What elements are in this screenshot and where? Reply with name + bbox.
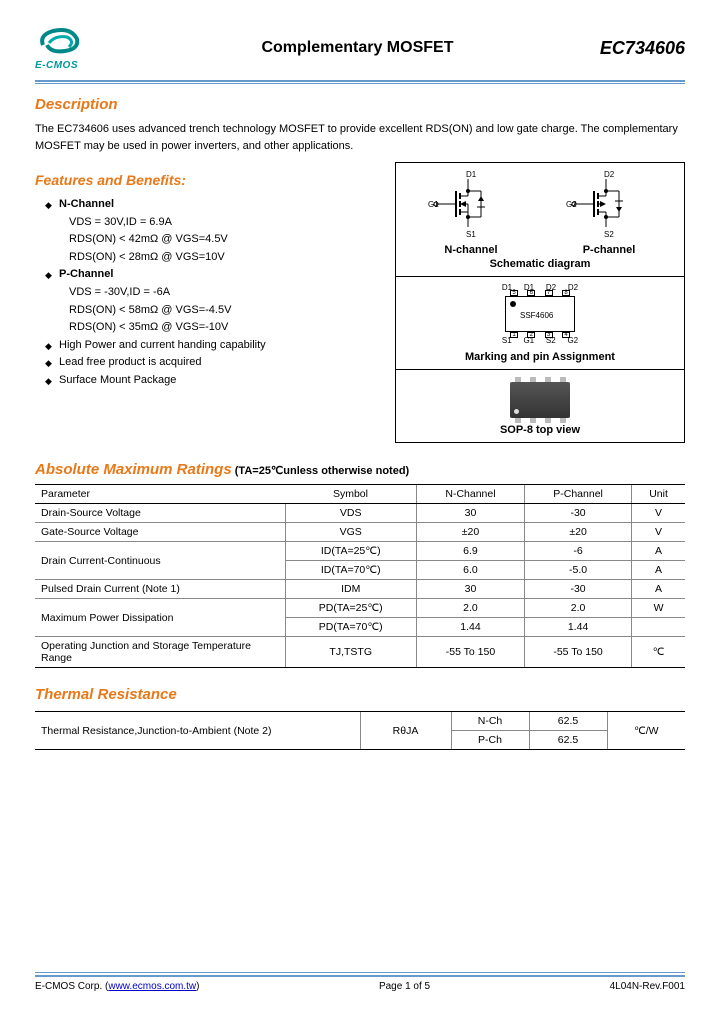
pin1-dot-icon xyxy=(510,301,516,307)
svg-text:D1: D1 xyxy=(466,170,477,179)
svg-text:G1: G1 xyxy=(428,200,439,209)
feature-item: Surface Mount Package xyxy=(45,372,383,390)
page-header: E-CMOS Complementary MOSFET EC734606 xyxy=(35,20,685,76)
header-rule xyxy=(35,80,685,84)
footer-rev: 4L04N-Rev.F001 xyxy=(610,981,685,992)
ratings-row: Operating Junction and Storage Temperatu… xyxy=(35,637,685,668)
ratings-row: Drain-Source VoltageVDS30-30V xyxy=(35,504,685,523)
ratings-row: Gate-Source VoltageVGS±20±20V xyxy=(35,523,685,542)
marking-caption: Marking and pin Assignment xyxy=(402,351,678,363)
sop-caption: SOP-8 top view xyxy=(402,424,678,436)
feature-item: RDS(ON) < 28mΩ @ VGS=10V xyxy=(45,249,383,267)
schematic-caption: Schematic diagram xyxy=(402,258,678,270)
feature-item: VDS = 30V,ID = 6.9A xyxy=(45,214,383,232)
ratings-row: Pulsed Drain Current (Note 1)IDM30-30A xyxy=(35,580,685,599)
feature-item: High Power and current handing capabilit… xyxy=(45,337,383,355)
thermal-nch-label: N-Ch xyxy=(451,712,529,731)
thermal-p-value: 62.5 xyxy=(529,731,607,750)
description-body: The EC734606 uses advanced trench techno… xyxy=(35,121,685,154)
feature-item: Lead free product is acquired xyxy=(45,354,383,372)
description-heading: Description xyxy=(35,96,685,113)
svg-text:D2: D2 xyxy=(604,170,615,179)
part-number: EC734606 xyxy=(600,38,685,59)
diagram-panel: D1 xyxy=(395,162,685,443)
footer-link[interactable]: www.ecmos.com.tw xyxy=(108,981,196,992)
thermal-pch-label: P-Ch xyxy=(451,731,529,750)
thermal-n-value: 62.5 xyxy=(529,712,607,731)
feature-item: N-Channel xyxy=(45,196,383,214)
logo-text: E-CMOS xyxy=(35,60,115,71)
thermal-symbol: RθJA xyxy=(360,712,451,750)
document-title: Complementary MOSFET xyxy=(115,39,600,57)
svg-text:S2: S2 xyxy=(604,230,614,239)
ratings-table: ParameterSymbolN-ChannelP-ChannelUnit Dr… xyxy=(35,484,685,668)
feature-item: RDS(ON) < 58mΩ @ VGS=-4.5V xyxy=(45,302,383,320)
ratings-row: Drain Current-ContinuousID(TA=25℃)6.9-6A xyxy=(35,542,685,561)
thermal-param: Thermal Resistance,Junction-to-Ambient (… xyxy=(35,712,360,750)
svg-text:S1: S1 xyxy=(466,230,476,239)
ratings-condition: (TA=25℃unless otherwise noted) xyxy=(235,465,409,477)
chip-marking: SSF4606 xyxy=(520,311,553,320)
footer-corp: E-CMOS Corp. (www.ecmos.com.tw) xyxy=(35,981,199,992)
thermal-unit: ℃/W xyxy=(607,712,685,750)
footer-page: Page 1 of 5 xyxy=(379,981,430,992)
ratings-row: Maximum Power DissipationPD(TA=25℃)2.02.… xyxy=(35,599,685,618)
logo: E-CMOS xyxy=(35,25,115,71)
feature-item: VDS = -30V,ID = -6A xyxy=(45,284,383,302)
thermal-heading: Thermal Resistance xyxy=(35,686,685,703)
features-list: N-ChannelVDS = 30V,ID = 6.9ARDS(ON) < 42… xyxy=(35,196,383,390)
chip-outline: 5678 SSF4606 1234 xyxy=(505,296,575,332)
features-heading: Features and Benefits: xyxy=(35,172,383,188)
feature-item: RDS(ON) < 42mΩ @ VGS=4.5V xyxy=(45,231,383,249)
thermal-table: Thermal Resistance,Junction-to-Ambient (… xyxy=(35,711,685,750)
feature-item: P-Channel xyxy=(45,266,383,284)
sop8-package-icon xyxy=(510,382,570,418)
p-channel-symbol: D2 xyxy=(564,169,654,256)
ratings-heading: Absolute Maximum Ratings xyxy=(35,461,232,478)
svg-text:G2: G2 xyxy=(566,200,577,209)
p-channel-label: P-channel xyxy=(564,244,654,256)
logo-swirl-icon xyxy=(35,25,83,57)
n-channel-label: N-channel xyxy=(426,244,516,256)
n-channel-symbol: D1 xyxy=(426,169,516,256)
feature-item: RDS(ON) < 35mΩ @ VGS=-10V xyxy=(45,319,383,337)
page-footer: E-CMOS Corp. (www.ecmos.com.tw) Page 1 o… xyxy=(35,972,685,992)
